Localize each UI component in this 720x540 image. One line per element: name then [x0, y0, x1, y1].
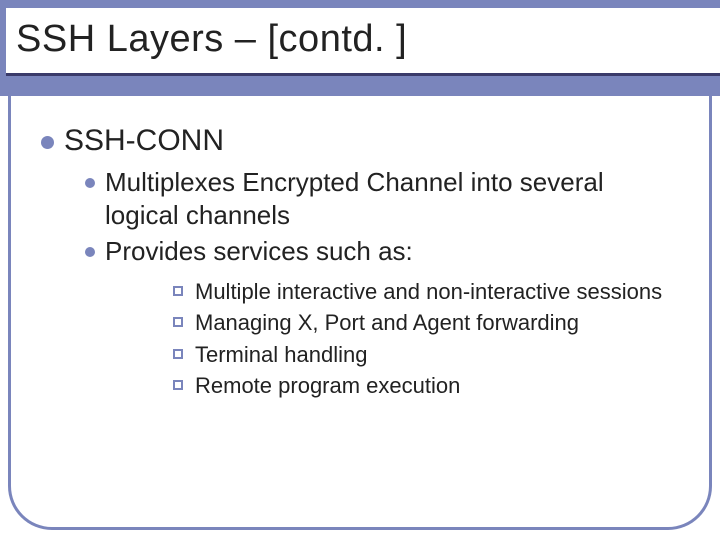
title-container: SSH Layers – [contd. ] — [6, 8, 720, 76]
level1-heading: SSH-CONN — [64, 124, 224, 158]
list-item: Multiple interactive and non-interactive… — [173, 278, 683, 306]
bullet-level1: SSH-CONN Multiplexes Encrypted Channel i… — [41, 124, 683, 400]
level2-text: Multiplexes Encrypted Channel into sever… — [105, 166, 683, 231]
slide-title: SSH Layers – [contd. ] — [16, 18, 710, 61]
bullet-square-icon — [173, 349, 183, 359]
bullet-square-icon — [173, 286, 183, 296]
level2-text: Provides services such as: — [105, 235, 413, 268]
list-item: Managing X, Port and Agent forwarding — [173, 309, 683, 337]
bullet-dot-icon — [85, 247, 95, 257]
level3-text: Terminal handling — [195, 341, 367, 369]
list-item: Remote program execution — [173, 372, 683, 400]
level3-text: Managing X, Port and Agent forwarding — [195, 309, 579, 337]
list-item: Provides services such as: — [85, 235, 683, 268]
list-item: SSH-CONN — [41, 124, 683, 158]
list-item: Terminal handling — [173, 341, 683, 369]
bullet-dot-icon — [85, 178, 95, 188]
bullet-level3-list: Multiple interactive and non-interactive… — [173, 278, 683, 400]
level3-text: Multiple interactive and non-interactive… — [195, 278, 662, 306]
bullet-square-icon — [173, 317, 183, 327]
level3-text: Remote program execution — [195, 372, 460, 400]
slide: SSH Layers – [contd. ] SSH-CONN Multiple… — [0, 0, 720, 540]
bullet-square-icon — [173, 380, 183, 390]
bullet-level2-list: Multiplexes Encrypted Channel into sever… — [85, 166, 683, 400]
content-card: SSH-CONN Multiplexes Encrypted Channel i… — [8, 96, 712, 530]
bullet-dot-icon — [41, 136, 54, 149]
list-item: Multiplexes Encrypted Channel into sever… — [85, 166, 683, 231]
